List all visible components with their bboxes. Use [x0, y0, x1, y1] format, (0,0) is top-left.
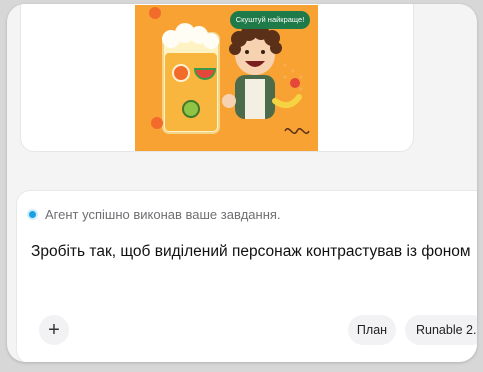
- prompt-input[interactable]: Зробіть так, щоб виділений персонаж конт…: [31, 243, 471, 261]
- generated-image-card[interactable]: Скуштуй найкраще!: [20, 4, 414, 152]
- status-dot-icon: [29, 210, 36, 218]
- agent-status: Агент успішно виконав ваше завдання.: [29, 205, 281, 223]
- app-window: Скуштуй найкраще! Агент успішно виконав …: [7, 4, 477, 362]
- plan-button[interactable]: План: [348, 315, 396, 345]
- status-text: Агент успішно виконав ваше завдання.: [45, 206, 281, 222]
- model-selector[interactable]: Runable 2.0: [405, 315, 477, 345]
- plus-icon: +: [48, 318, 60, 341]
- generated-illustration[interactable]: Скуштуй найкраще!: [135, 5, 318, 151]
- add-attachment-button[interactable]: +: [39, 315, 69, 345]
- speech-bubble: Скуштуй найкраще!: [230, 11, 310, 29]
- chat-composer: Агент успішно виконав ваше завдання. Зро…: [16, 190, 477, 362]
